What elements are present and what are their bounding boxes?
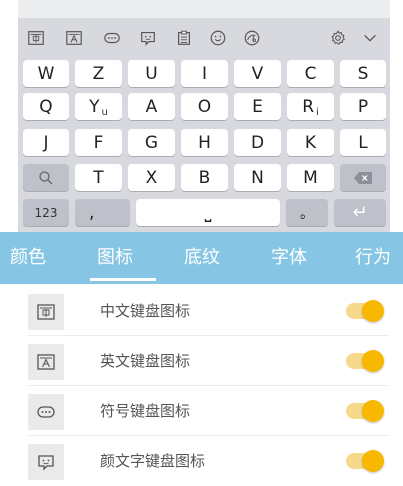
list-item-label: 符号键盘图标 <box>100 402 191 420</box>
number-key[interactable]: 123 <box>23 199 69 226</box>
english-keyboard-icon <box>28 344 64 380</box>
theme-icon[interactable] <box>240 26 264 50</box>
key[interactable]: T <box>75 164 122 191</box>
tab-icon[interactable]: 图标 <box>97 232 133 284</box>
collapse-keyboard-icon[interactable] <box>358 26 382 50</box>
key[interactable]: F <box>75 129 122 156</box>
key[interactable]: D <box>234 129 281 156</box>
list-item-label: 英文键盘图标 <box>100 352 191 370</box>
search-key[interactable] <box>23 164 69 191</box>
search-icon <box>39 170 53 184</box>
toggle-switch[interactable] <box>344 300 386 322</box>
comma-key[interactable]: , <box>75 199 130 226</box>
key-main: E <box>252 96 263 117</box>
tab-color[interactable]: 颜色 <box>10 232 46 284</box>
key[interactable]: I <box>181 60 228 87</box>
list-item: 中文键盘图标 <box>0 286 403 336</box>
list-item: 英文键盘图标 <box>0 336 403 386</box>
space-key[interactable]: ⎵ <box>136 199 280 226</box>
key[interactable]: E <box>234 93 281 120</box>
key-main: P <box>357 96 369 117</box>
key[interactable]: U <box>128 60 175 87</box>
tab-texture[interactable]: 底纹 <box>184 232 220 284</box>
english-keyboard-icon[interactable] <box>62 26 86 50</box>
key[interactable]: G <box>128 129 175 156</box>
key[interactable]: X <box>128 164 175 191</box>
keyboard: W Z U I V C S Q Yu A O E Ri P J F G H D … <box>18 0 390 232</box>
key[interactable]: Q <box>23 93 69 120</box>
key[interactable]: S <box>340 60 386 87</box>
key-main: Q <box>39 96 53 117</box>
toggle-switch[interactable] <box>344 450 386 472</box>
list-item: 颜文字键盘图标 <box>0 436 403 486</box>
toggle-switch[interactable] <box>344 400 386 422</box>
tab-font[interactable]: 字体 <box>271 232 307 284</box>
period-key[interactable]: 。 <box>286 199 328 226</box>
active-tab-indicator <box>90 278 156 281</box>
list-item-label: 颜文字键盘图标 <box>100 452 206 470</box>
key[interactable]: P <box>340 93 386 120</box>
key[interactable]: C <box>287 60 334 87</box>
key[interactable]: Ri <box>287 93 334 120</box>
emoticon-keyboard-icon[interactable] <box>136 26 160 50</box>
keyboard-toolbar <box>18 22 390 54</box>
emoticon-keyboard-icon <box>28 444 64 480</box>
key-hint: i <box>316 107 319 118</box>
key[interactable]: M <box>287 164 334 191</box>
key[interactable]: N <box>234 164 281 191</box>
symbol-keyboard-icon <box>28 394 64 430</box>
key-main: A <box>145 96 158 117</box>
key-hint: u <box>101 107 108 118</box>
chinese-keyboard-icon[interactable] <box>24 26 48 50</box>
key-main: O <box>197 96 212 117</box>
key[interactable]: A <box>128 93 175 120</box>
chinese-keyboard-icon <box>28 294 64 330</box>
emoji-icon[interactable] <box>206 26 230 50</box>
key[interactable]: Yu <box>75 93 122 120</box>
backspace-icon <box>354 171 372 184</box>
list-item: 符号键盘图标 <box>0 386 403 436</box>
key[interactable]: W <box>23 60 69 87</box>
key[interactable]: Z <box>75 60 122 87</box>
keyboard-panel: W Z U I V C S Q Yu A O E Ri P J F G H D … <box>0 0 403 232</box>
toggle-switch[interactable] <box>344 350 386 372</box>
key[interactable]: B <box>181 164 228 191</box>
key-main: R <box>302 96 315 117</box>
list-item-label: 中文键盘图标 <box>100 302 191 320</box>
key[interactable]: K <box>287 129 334 156</box>
tab-behavior[interactable]: 行为 <box>355 232 391 284</box>
key[interactable]: V <box>234 60 281 87</box>
key[interactable]: O <box>181 93 228 120</box>
key-main: Y <box>89 96 100 117</box>
enter-key[interactable]: ↵ <box>334 199 386 226</box>
key[interactable]: J <box>23 129 69 156</box>
key[interactable]: H <box>181 129 228 156</box>
clipboard-icon[interactable] <box>172 26 196 50</box>
settings-icon[interactable] <box>326 26 350 50</box>
backspace-key[interactable] <box>340 164 386 191</box>
settings-tab-bar: 颜色 图标 底纹 字体 行为 <box>0 232 403 284</box>
keyboard-top-strip <box>18 0 390 18</box>
key[interactable]: L <box>340 129 386 156</box>
symbol-keyboard-icon[interactable] <box>100 26 124 50</box>
